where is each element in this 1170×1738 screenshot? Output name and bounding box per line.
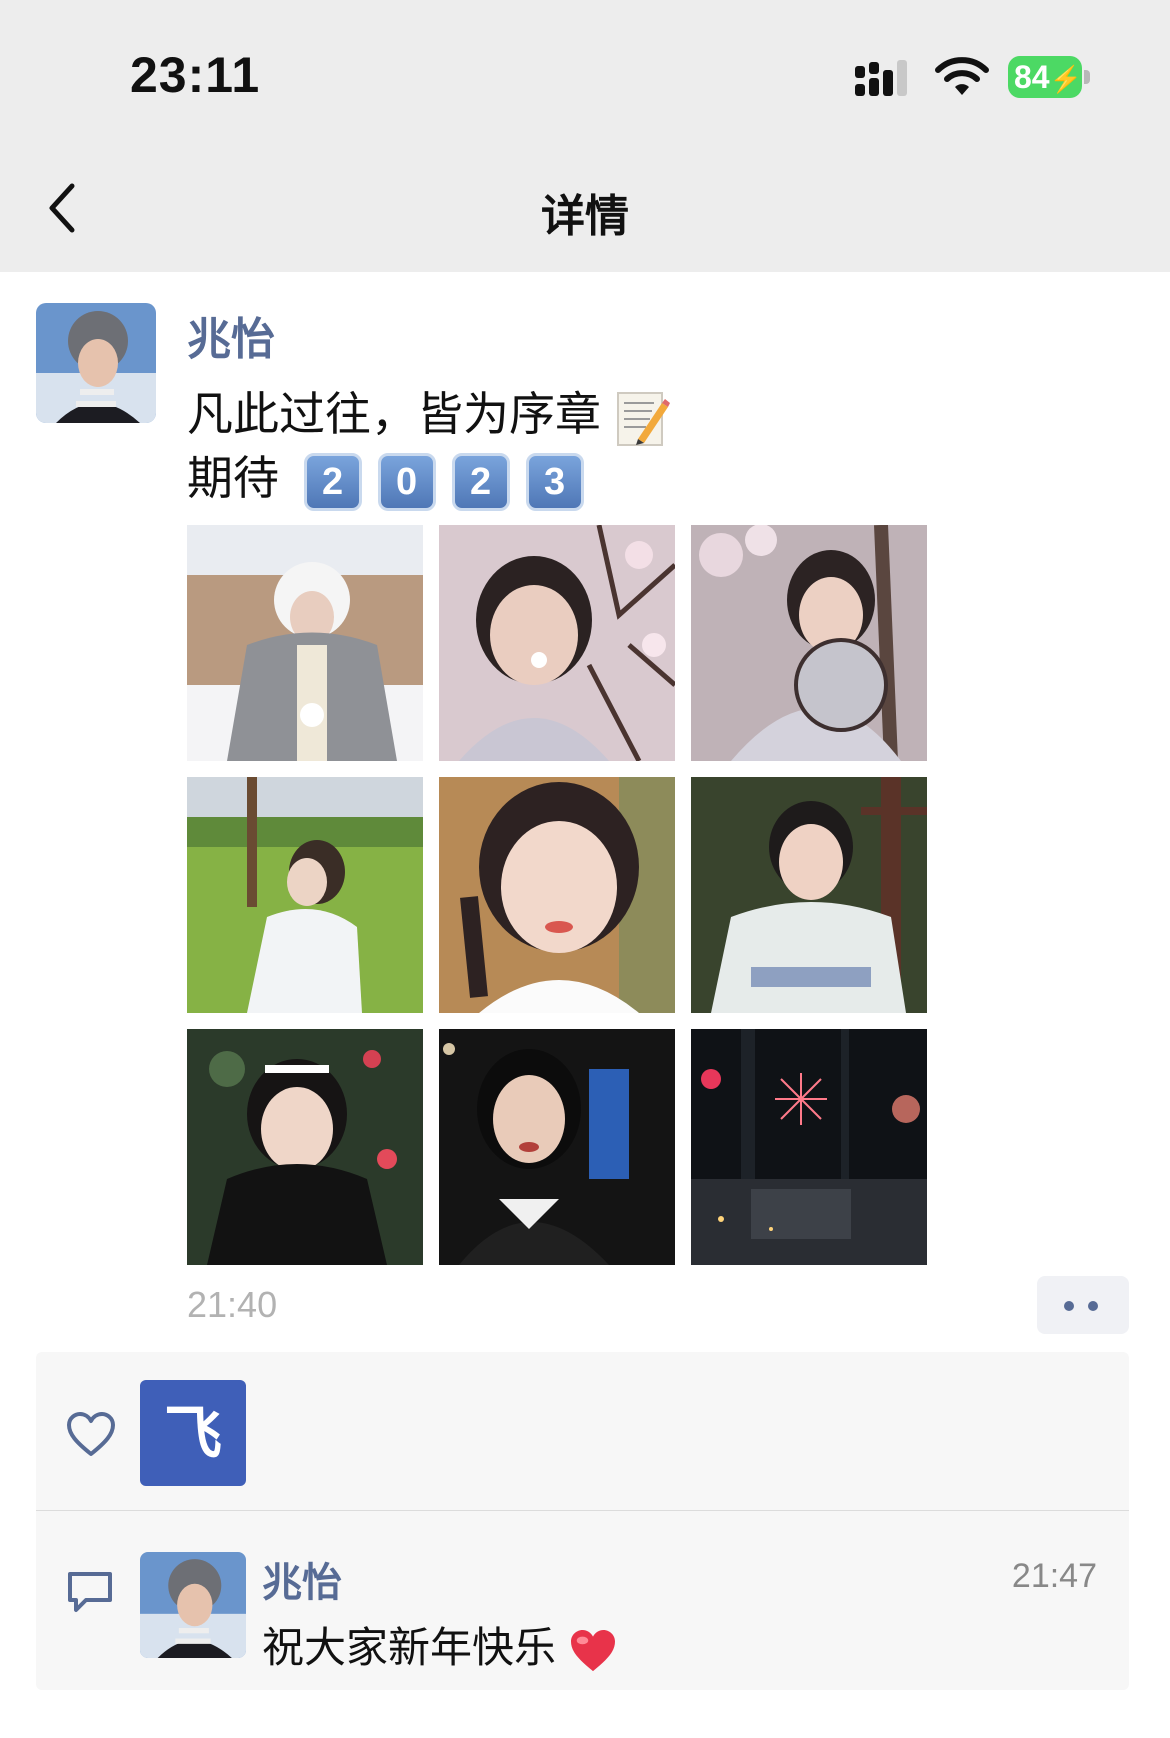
status-time: 23:11 — [130, 47, 261, 103]
memo-icon — [616, 391, 670, 446]
photo-2[interactable] — [439, 525, 675, 761]
moments-detail-screen: 23:11 84⚡ 详情 兆怡 凡此过往，皆为序章 期待 2 0 2 3 21:… — [0, 0, 1170, 1738]
battery-level: 84⚡ — [1008, 56, 1082, 98]
photo-4[interactable] — [187, 777, 423, 1013]
photo-7[interactable] — [187, 1029, 423, 1265]
photo-6[interactable] — [691, 777, 927, 1013]
interaction-panel: 飞 兆怡 祝大家新年快乐 21:47 — [36, 1352, 1129, 1690]
post-author[interactable]: 兆怡 — [187, 303, 275, 367]
battery-charging-icon: 84⚡ — [1008, 56, 1090, 98]
keycap-digit: 2 — [303, 452, 362, 511]
liker-avatar-text: 飞 — [163, 1399, 222, 1467]
photo-grid — [187, 525, 927, 1265]
comment-body: 祝大家新年快乐 — [262, 1623, 557, 1672]
photo-3[interactable] — [691, 525, 927, 761]
comment-text: 祝大家新年快乐 — [262, 1614, 617, 1675]
post-text-line-2: 期待 2023 — [187, 442, 584, 511]
signal-icon — [855, 60, 907, 96]
page-title: 详情 — [541, 191, 629, 242]
divider — [36, 1510, 1129, 1511]
post-text: 凡此过往，皆为序章 — [187, 387, 601, 441]
wifi-icon — [935, 57, 989, 95]
keycap-digit: 3 — [525, 452, 584, 511]
keycap-digit: 0 — [377, 452, 436, 511]
keycap-row: 2023 — [294, 451, 584, 511]
author-avatar[interactable] — [36, 303, 156, 423]
photo-1[interactable] — [187, 525, 423, 761]
header: 23:11 84⚡ 详情 — [0, 0, 1170, 272]
comment-time: 21:47 — [1011, 1557, 1097, 1595]
keycap-digit: 2 — [451, 452, 510, 511]
more-dot — [1088, 1301, 1098, 1311]
liker-avatar[interactable]: 飞 — [140, 1380, 246, 1486]
comment-icon — [68, 1572, 112, 1612]
post-text-line-1: 凡此过往，皆为序章 — [187, 378, 670, 447]
more-dot — [1064, 1301, 1074, 1311]
post-time: 21:40 — [187, 1284, 278, 1325]
comment-author[interactable]: 兆怡 — [262, 1550, 342, 1608]
comment-avatar[interactable] — [140, 1552, 246, 1658]
red-heart-icon — [571, 1629, 616, 1671]
photo-9[interactable] — [691, 1029, 927, 1265]
battery-nub — [1084, 70, 1090, 84]
more-dots-icon[interactable] — [1037, 1276, 1129, 1334]
photo-5[interactable] — [439, 777, 675, 1013]
photo-8[interactable] — [439, 1029, 675, 1265]
heart-outline-icon — [67, 1412, 115, 1456]
post-text-prefix: 期待 — [187, 451, 279, 505]
